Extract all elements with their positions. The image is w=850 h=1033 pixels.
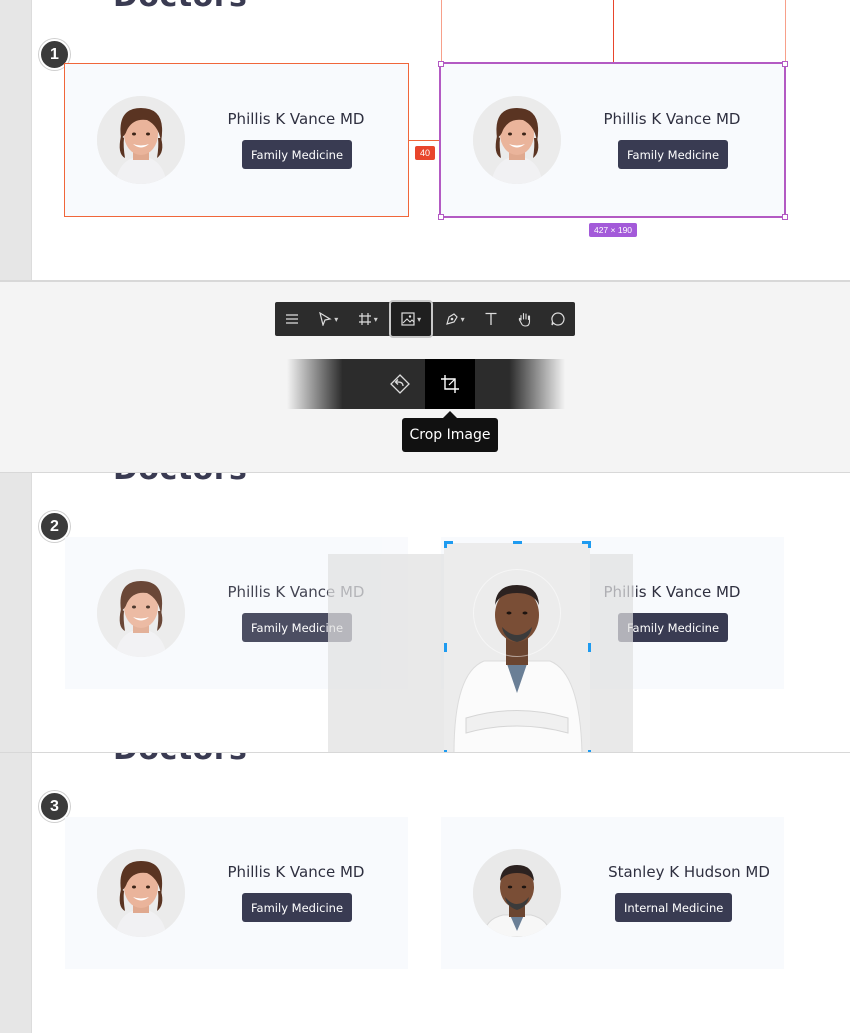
- crop-image-tooltip: Crop Image: [402, 411, 498, 452]
- doctor-name: Phillis K Vance MD: [227, 110, 365, 128]
- crop-handle[interactable]: [444, 643, 447, 652]
- crop-handle[interactable]: [513, 541, 522, 544]
- step-2-panel: Doctors 2 Phillis K Vance MD Family Medi…: [0, 473, 850, 753]
- chevron-down-icon: ▾: [334, 314, 339, 324]
- specialty-badge: Family Medicine: [242, 893, 353, 922]
- doctor-avatar-man: [473, 849, 561, 937]
- size-label: 427 × 190: [589, 223, 637, 237]
- doctor-card[interactable]: Stanley K Hudson MD Internal Medicine: [441, 817, 784, 969]
- crop-handle[interactable]: [582, 541, 591, 548]
- chevron-down-icon: ▾: [460, 314, 465, 324]
- main-menu-icon[interactable]: [275, 302, 309, 336]
- crop-image-icon[interactable]: [425, 359, 475, 409]
- resize-handle[interactable]: [782, 214, 788, 220]
- guide-line: [441, 0, 442, 64]
- section-heading: Doctors: [113, 473, 247, 485]
- crop-handle[interactable]: [444, 541, 453, 548]
- avatar-mask-outline: [473, 569, 561, 657]
- guide-line: [785, 0, 786, 64]
- replace-image-icon[interactable]: [383, 359, 417, 409]
- specialty-badge: Family Medicine: [618, 613, 729, 642]
- doctor-card[interactable]: Phillis K Vance MD Family Medicine: [64, 63, 409, 217]
- spacing-label: 40: [415, 146, 435, 160]
- resize-handle[interactable]: [438, 214, 444, 220]
- chevron-down-icon: ▾: [373, 314, 378, 324]
- specialty-badge: Family Medicine: [242, 140, 353, 169]
- canvas-rail: [0, 0, 32, 280]
- pen-tool-icon[interactable]: ▾: [435, 302, 474, 336]
- section-heading: Doctors: [113, 753, 247, 765]
- specialty-badge: Internal Medicine: [615, 893, 733, 922]
- step-3-panel: Doctors 3 Phillis K Vance MD Family Medi…: [0, 753, 850, 1033]
- toolbar-panel: ▾ ▾ ▾ ▾ Crop Image: [0, 281, 850, 473]
- main-toolbar: ▾ ▾ ▾ ▾: [275, 300, 575, 338]
- doctor-name: Phillis K Vance MD: [227, 863, 365, 881]
- resize-handle[interactable]: [782, 61, 788, 67]
- doctor-avatar-woman: [97, 569, 185, 657]
- doctor-avatar-woman: [97, 849, 185, 937]
- doctor-avatar-woman: [97, 96, 185, 184]
- canvas-rail: [0, 473, 32, 752]
- chevron-down-icon: ▾: [417, 314, 422, 324]
- doctor-name: Stanley K Hudson MD: [608, 863, 770, 881]
- comment-icon[interactable]: [541, 302, 575, 336]
- crop-handle[interactable]: [588, 643, 591, 652]
- move-tool-icon[interactable]: ▾: [309, 302, 348, 336]
- canvas-rail: [0, 753, 32, 1033]
- section-heading: Doctors: [113, 0, 247, 12]
- doctor-avatar-woman: [473, 96, 561, 184]
- resize-handle[interactable]: [438, 61, 444, 67]
- specialty-badge: Family Medicine: [618, 140, 729, 169]
- image-tool-icon[interactable]: ▾: [389, 300, 433, 338]
- doctor-card[interactable]: Phillis K Vance MD Family Medicine: [65, 817, 408, 969]
- frame-tool-icon[interactable]: ▾: [348, 302, 387, 336]
- image-sub-toolbar: [287, 359, 565, 409]
- spacing-line: [409, 140, 441, 141]
- doctor-name: Phillis K Vance MD: [603, 110, 741, 128]
- step-1-panel: Doctors 1 × Phillis K Vance MD Family Me…: [0, 0, 850, 281]
- text-tool-icon[interactable]: [474, 302, 508, 336]
- doctor-card-selected[interactable]: Phillis K Vance MD Family Medicine: [439, 62, 786, 218]
- hand-tool-icon[interactable]: [508, 302, 542, 336]
